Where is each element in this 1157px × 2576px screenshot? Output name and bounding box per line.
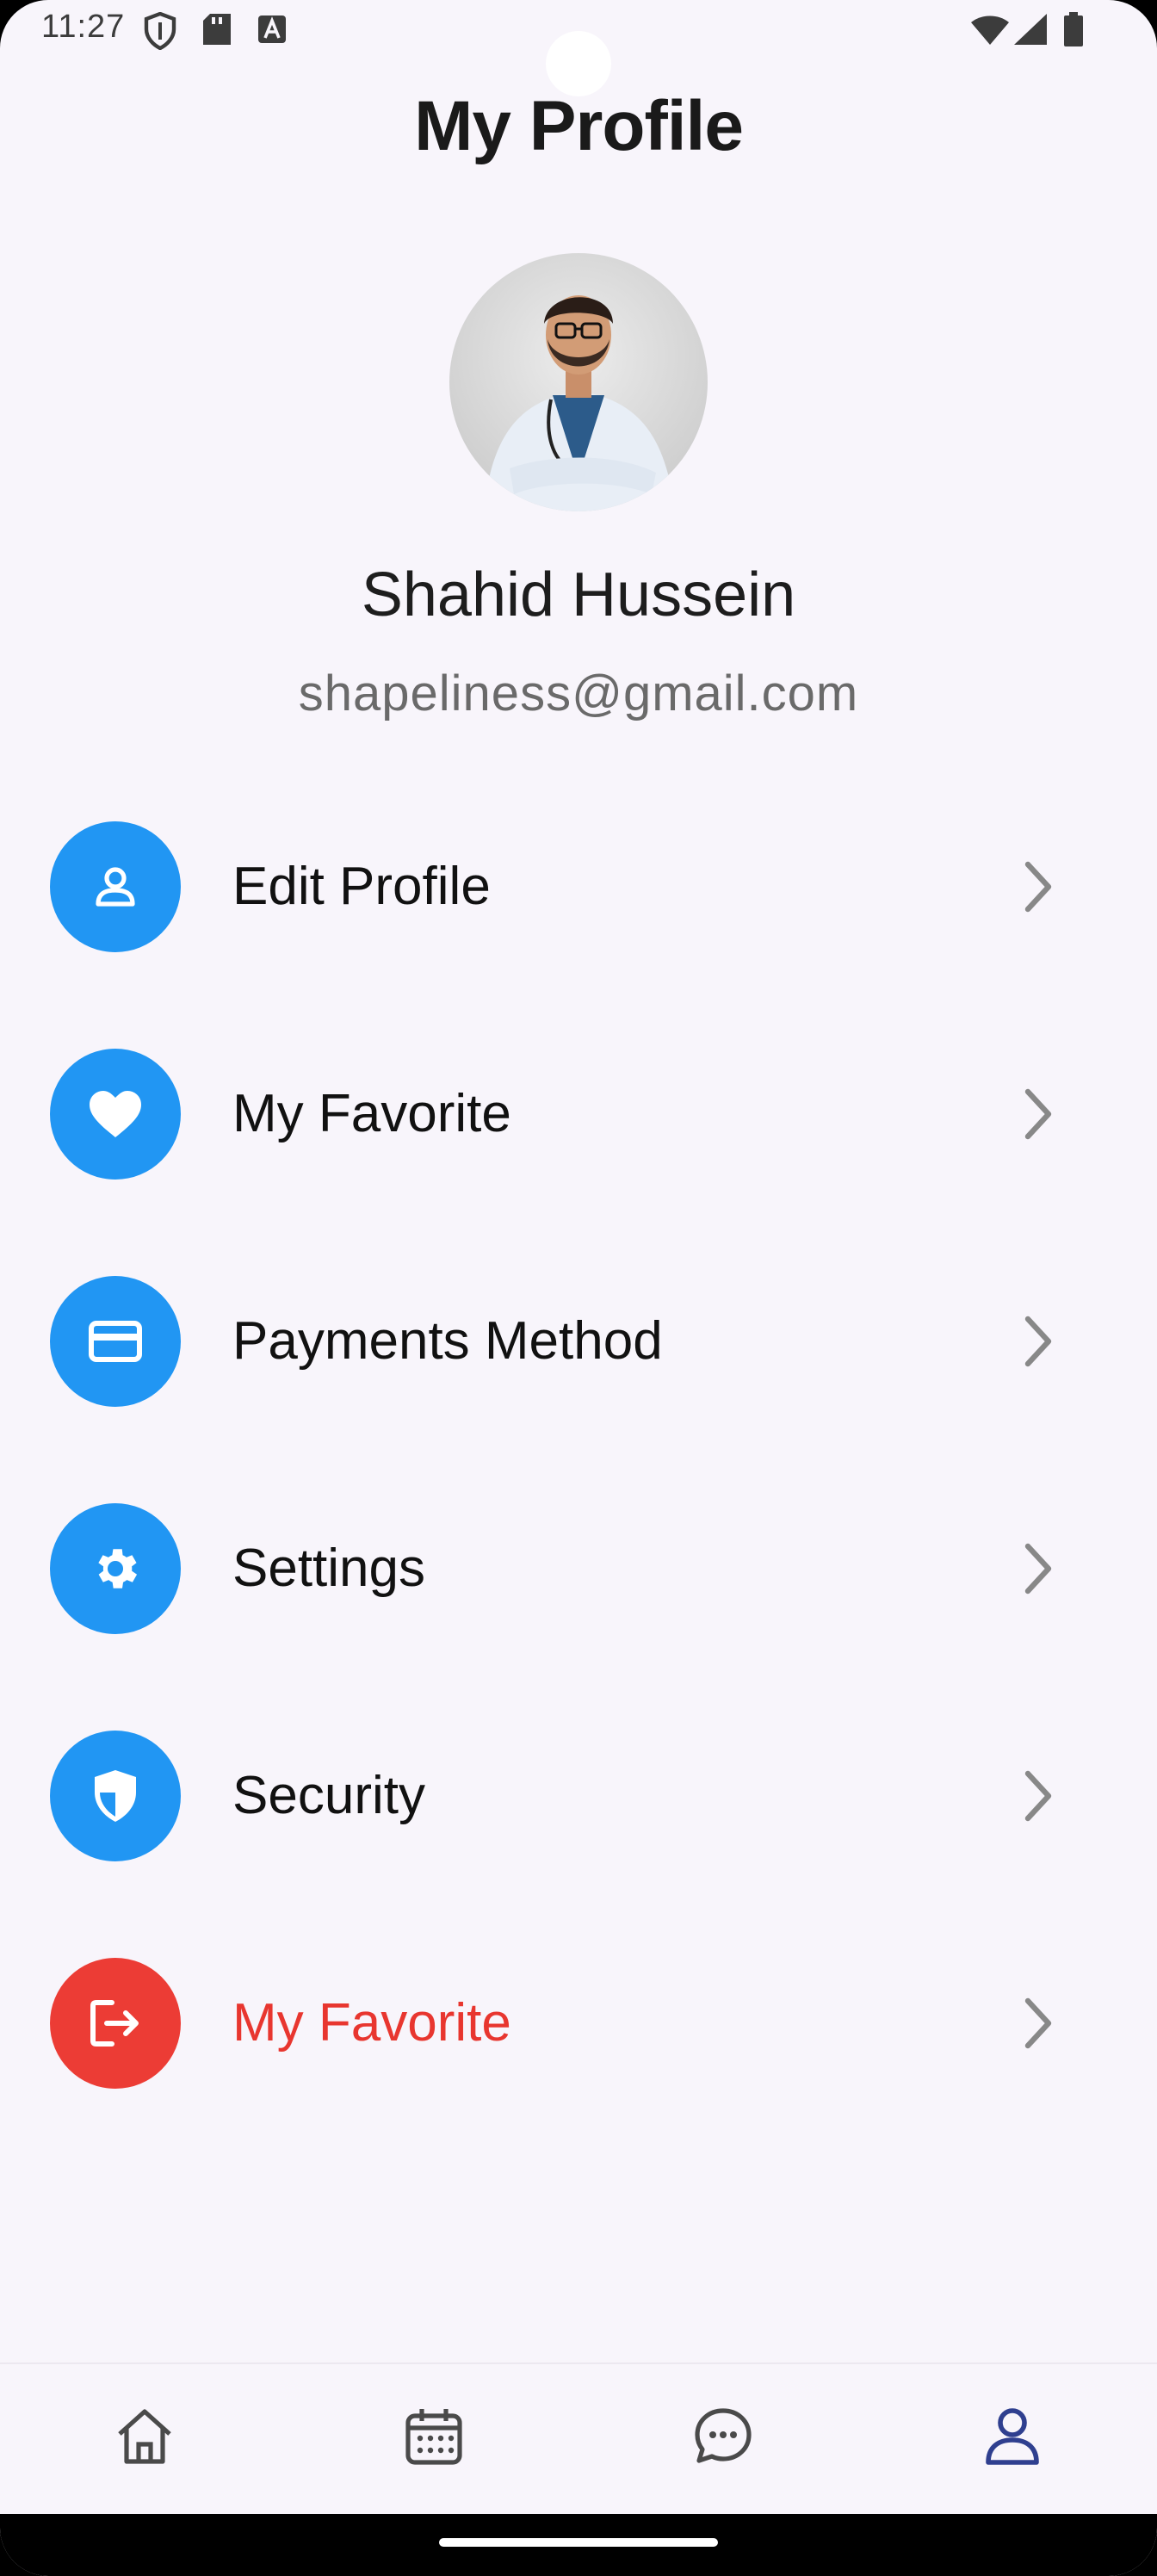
shield-icon — [143, 11, 177, 54]
profile-icon[interactable] — [978, 2402, 1047, 2471]
user-email: shapeliness@gmail.com — [298, 666, 859, 721]
menu-item-label: My Favorite — [232, 1084, 511, 1143]
heart-icon — [50, 1049, 181, 1180]
gear-icon — [50, 1503, 181, 1634]
signal-icon — [1014, 14, 1047, 49]
avatar[interactable] — [449, 253, 708, 511]
chevron-right-icon — [1021, 859, 1055, 919]
chevron-right-icon — [1021, 1768, 1055, 1828]
menu-item-settings[interactable]: Settings — [0, 1483, 1157, 1655]
status-time: 11:27 — [41, 9, 126, 45]
sd-card-icon — [203, 14, 231, 49]
menu-item-label: My Favorite — [232, 1993, 511, 2053]
chevron-right-icon — [1021, 1541, 1055, 1601]
credit-card-icon — [50, 1276, 181, 1407]
battery-icon — [1064, 12, 1083, 51]
menu-item-label: Settings — [232, 1539, 426, 1598]
chat-icon[interactable] — [689, 2402, 758, 2471]
menu-item-label: Edit Profile — [232, 857, 491, 916]
shield-icon — [50, 1731, 181, 1861]
chevron-right-icon — [1021, 1314, 1055, 1373]
profile-screen: 11:27 My Profile Shahid Hussein shapelin… — [0, 0, 1157, 2576]
calendar-icon[interactable] — [399, 2402, 468, 2471]
user-name: Shahid Hussein — [361, 560, 796, 629]
wifi-icon — [971, 14, 1009, 49]
menu-item-security[interactable]: Security — [0, 1710, 1157, 1882]
menu-item-my-favorite[interactable]: My Favorite — [0, 1028, 1157, 1200]
menu-item-label: Payments Method — [232, 1311, 663, 1371]
gesture-area — [0, 2514, 1157, 2576]
bottom-nav — [0, 2362, 1157, 2516]
chevron-right-icon — [1021, 1996, 1055, 2055]
home-icon[interactable] — [110, 2402, 179, 2471]
gesture-handle[interactable] — [439, 2538, 718, 2547]
menu-item-label: Security — [232, 1766, 425, 1825]
person-icon — [50, 821, 181, 952]
menu-item-edit-profile[interactable]: Edit Profile — [0, 801, 1157, 973]
logout-icon — [50, 1958, 181, 2089]
chevron-right-icon — [1021, 1087, 1055, 1146]
menu-item-payments-method[interactable]: Payments Method — [0, 1255, 1157, 1427]
font-icon — [258, 15, 286, 47]
menu-item-logout[interactable]: My Favorite — [0, 1937, 1157, 2109]
page-title: My Profile — [414, 87, 744, 165]
